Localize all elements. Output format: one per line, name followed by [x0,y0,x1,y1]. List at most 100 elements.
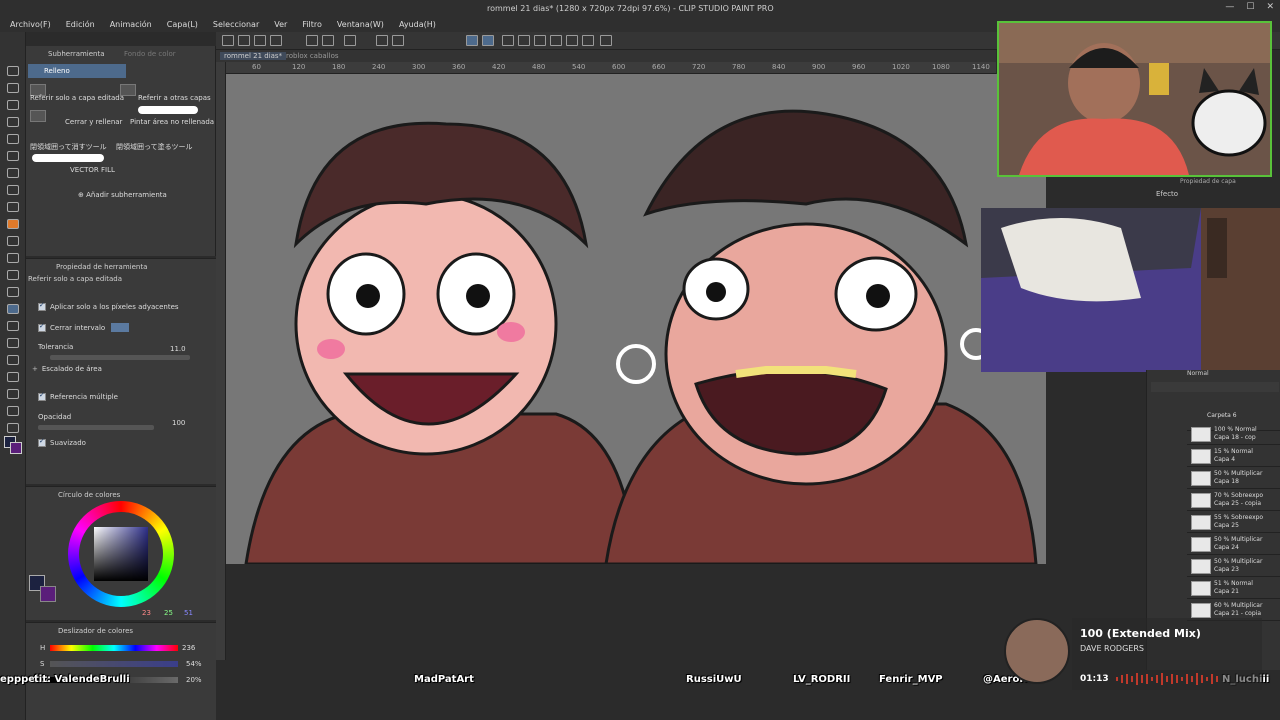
menu-animacion[interactable]: Animación [110,20,152,29]
crop-icon[interactable] [534,35,546,46]
multi-ref-checkbox[interactable] [38,393,46,401]
menu-archivo[interactable]: Archivo(F) [10,20,51,29]
loading-icon[interactable] [344,35,356,46]
menu-edicion[interactable]: Edición [66,20,95,29]
menu-ventana[interactable]: Ventana(W) [337,20,384,29]
blend-mode-select[interactable]: Normal [1187,370,1209,377]
layer-row-3[interactable]: 50 % Multiplicar Capa 18 [1187,468,1280,489]
bucket-tool-icon[interactable] [7,304,19,314]
canvas-artwork[interactable] [226,74,1046,564]
menu-ayuda[interactable]: Ayuda(H) [399,20,436,29]
opacity-slider[interactable] [38,425,154,430]
add-subtool-button[interactable]: ⊕ Añadir subherramienta [78,191,167,199]
menu-capa[interactable]: Capa(L) [167,20,198,29]
close-gap-option[interactable]: Cerrar intervalo [38,323,130,332]
menu-filtro[interactable]: Filtro [302,20,322,29]
maximize-icon[interactable]: ☐ [1246,2,1254,12]
subtool-item-4[interactable]: Pintar área no rellenada [130,118,214,126]
subtool-item-3[interactable]: Cerrar y rellenar [65,118,122,126]
move-layer-icon[interactable] [7,117,19,127]
rotate-icon[interactable] [502,35,514,46]
tab-roblox[interactable]: roblox caballos [286,52,339,60]
operation-tool-icon[interactable] [7,100,19,110]
layer-icon[interactable] [600,35,612,46]
adjacent-option[interactable]: Aplicar solo a los píxeles adyacentes [38,303,179,311]
figure-tool-icon[interactable] [7,338,19,348]
selection-tool-icon[interactable] [7,134,19,144]
close-gap-checkbox[interactable] [38,323,46,332]
menu-seleccionar[interactable]: Seleccionar [213,20,259,29]
brush-tool-icon[interactable] [7,236,19,246]
tolerance-slider[interactable] [50,355,190,360]
minimize-icon[interactable]: — [1225,2,1234,12]
menu-ver[interactable]: Ver [274,20,287,29]
subtool-item-5[interactable]: 閉領域囲って消すツール [30,142,107,152]
sub-color-icon[interactable] [10,442,22,454]
multi-ref-option[interactable]: Referencia múltiple [38,393,118,401]
h-label: H [40,644,46,652]
subtool-item-7[interactable]: VECTOR FILL [70,166,115,174]
ruler-tick: 960 [852,63,866,71]
gap-size-indicator[interactable] [111,323,130,332]
layer-row-2[interactable]: 15 % Normal Capa 4 [1187,446,1280,467]
text-tool-icon[interactable] [7,389,19,399]
pen-tool-icon[interactable] [7,185,19,195]
ruler-snap-icon[interactable] [466,35,478,46]
eraser-tool-icon[interactable] [7,270,19,280]
sub-color-swatch[interactable] [40,586,56,602]
save-icon[interactable] [254,35,266,46]
close-icon[interactable]: ✕ [1266,2,1274,12]
saturation-value-square[interactable] [94,527,148,581]
ruler-icon[interactable] [582,35,594,46]
subtool-item-2[interactable]: Referir a otras capas [138,94,211,102]
correct-line-icon[interactable] [7,423,19,433]
layer-row-8[interactable]: 51 % Normal Capa 21 [1187,578,1280,599]
balloon-tool-icon[interactable] [7,406,19,416]
expand-icon[interactable]: + [32,365,38,373]
webcam-overlay [997,21,1272,177]
layer-row-4[interactable]: 70 % Sobreexpo Capa 25 - copia [1187,490,1280,511]
undo-icon[interactable] [306,35,318,46]
zoom-fit-icon[interactable] [550,35,562,46]
zoom-tool-icon[interactable] [7,66,19,76]
open-icon[interactable] [238,35,250,46]
subtool-tab-2[interactable]: Fondo de color [124,50,176,58]
move-tool-icon[interactable] [7,83,19,93]
layer-row-6[interactable]: 50 % Multiplicar Capa 24 [1187,534,1280,555]
subtool-group-relleno[interactable]: Relleno [28,64,126,78]
subtool-item-6[interactable]: 閉領域囲って塗るツール [116,142,193,152]
layer-row-5[interactable]: 55 % Sobreexpo Capa 25 [1187,512,1280,533]
airbrush-tool-icon[interactable] [7,253,19,263]
ruler-top: 60 120 180 240 300 360 420 480 540 600 660 720 780 84… [226,62,996,74]
snap-special-icon[interactable] [482,35,494,46]
transform-icon[interactable] [392,35,404,46]
smooth-checkbox[interactable] [38,439,46,447]
layer-row-7[interactable]: 50 % Multiplicar Capa 23 [1187,556,1280,577]
redo-icon[interactable] [322,35,334,46]
fill-tool-icon[interactable] [7,219,19,229]
pencil-tool-icon[interactable] [7,202,19,212]
gradient-tool-icon[interactable] [7,321,19,331]
smooth-option[interactable]: Suavizado [38,439,86,447]
blend-tool-icon[interactable] [7,287,19,297]
frame-tool-icon[interactable] [7,355,19,365]
new-icon[interactable] [222,35,234,46]
saturation-slider[interactable] [50,661,178,667]
hue-ring[interactable] [68,501,174,607]
subtool-tab[interactable]: Subherramienta [48,50,105,58]
export-icon[interactable] [270,35,282,46]
area-scale-option[interactable]: + Escalado de área [32,365,102,373]
subtool-item-1[interactable]: Referir solo a capa editada [30,94,124,102]
grid-icon[interactable] [566,35,578,46]
eyedropper-icon[interactable] [7,168,19,178]
flip-icon[interactable] [518,35,530,46]
tab-rommel[interactable]: rommel 21 dias* [220,52,287,60]
ruler-tool-icon[interactable] [7,372,19,382]
ruler-tick: 1080 [932,63,950,71]
auto-select-icon[interactable] [7,151,19,161]
fill-icon[interactable] [376,35,388,46]
layer-thumb-2 [1191,449,1211,464]
layer-row-1[interactable]: 100 % Normal Capa 18 - cop [1187,424,1280,445]
adjacent-checkbox[interactable] [38,303,46,311]
hue-slider[interactable] [50,645,178,651]
